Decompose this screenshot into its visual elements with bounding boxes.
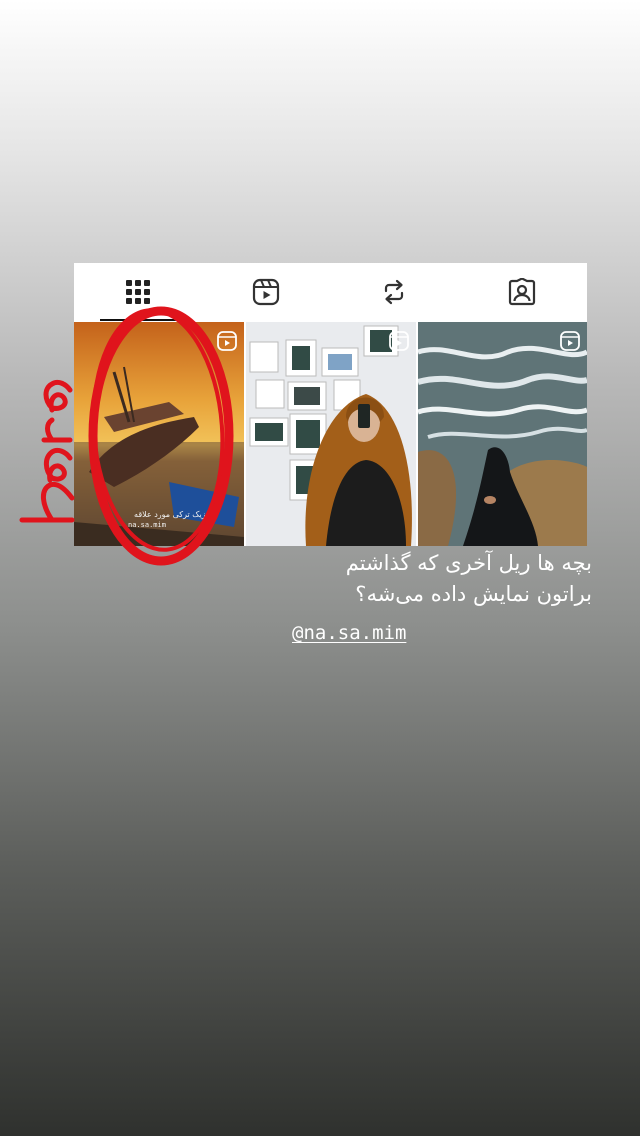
here-handwriting (19, 379, 75, 523)
caption-line-1: بچه ها ریل آخری که گذاشتم (345, 551, 592, 575)
story-caption: بچه ها ریل آخری که گذاشتم براتون نمایش د… (278, 548, 592, 610)
caption-line-2: براتون نمایش داده می‌شه؟ (355, 582, 592, 606)
mention-sticker[interactable]: @na.sa.mim (292, 622, 406, 644)
